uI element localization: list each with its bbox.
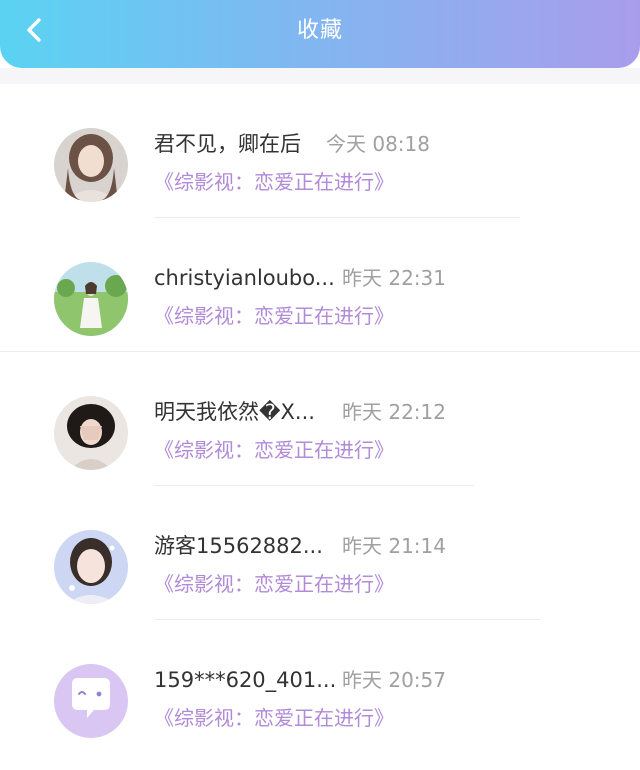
- user-name: 明天我依然�X...: [154, 400, 315, 424]
- timestamp: 昨天 21:14: [342, 534, 446, 558]
- user-name: 君不见，卿在后: [154, 132, 301, 156]
- timestamp: 今天 08:18: [326, 132, 430, 156]
- show-title-link[interactable]: 《综影视：恋爱正在进行》: [154, 568, 394, 600]
- timestamp: 昨天 22:12: [342, 400, 446, 424]
- list-item[interactable]: 明天我依然�X... 昨天 22:12 《综影视：恋爱正在进行》: [0, 352, 640, 486]
- chat-bubble-icon: [72, 678, 110, 718]
- user-name: christyianloubo...: [154, 266, 335, 290]
- avatar[interactable]: [54, 128, 128, 202]
- list-item[interactable]: 游客15562882... 昨天 21:14 《综影视：恋爱正在进行》: [0, 486, 640, 620]
- top-bar: 收藏: [0, 0, 640, 68]
- list-item[interactable]: christyianloubo... 昨天 22:31 《综影视：恋爱正在进行》: [0, 218, 640, 352]
- user-name: 游客15562882...: [154, 534, 323, 558]
- show-title-link[interactable]: 《综影视：恋爱正在进行》: [154, 166, 394, 198]
- list-item[interactable]: 159***620_401... 昨天 20:57 《综影视：恋爱正在进行》: [0, 620, 640, 754]
- page-title: 收藏: [296, 18, 343, 43]
- timestamp: 昨天 20:57: [342, 668, 446, 692]
- default-avatar[interactable]: [54, 664, 128, 738]
- avatar[interactable]: [54, 262, 128, 336]
- header-spacer: [0, 68, 640, 84]
- show-title-link[interactable]: 《综影视：恋爱正在进行》: [154, 702, 394, 734]
- list-item[interactable]: 君不见，卿在后 今天 08:18 《综影视：恋爱正在进行》: [0, 84, 640, 218]
- timestamp: 昨天 22:31: [342, 266, 446, 290]
- user-name: 159***620_401...: [154, 668, 337, 692]
- show-title-link[interactable]: 《综影视：恋爱正在进行》: [154, 434, 394, 466]
- show-title-link[interactable]: 《综影视：恋爱正在进行》: [154, 300, 394, 332]
- avatar[interactable]: [54, 530, 128, 604]
- favorites-list: 君不见，卿在后 今天 08:18 《综影视：恋爱正在进行》 christyian…: [0, 84, 640, 754]
- avatar[interactable]: [54, 396, 128, 470]
